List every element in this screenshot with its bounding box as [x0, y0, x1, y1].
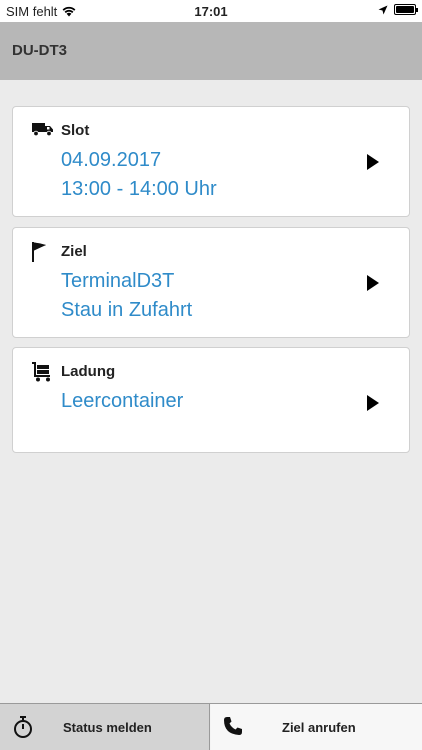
cargo-label: Ladung	[61, 363, 116, 380]
destination-label: Ziel	[61, 243, 87, 260]
destination-card[interactable]: Ziel TerminalD3T Stau in Zufahrt	[12, 227, 410, 338]
destination-name: TerminalD3T	[61, 270, 175, 292]
status-melden-button[interactable]: Status melden	[0, 704, 210, 750]
stopwatch-icon	[14, 716, 32, 738]
ziel-anrufen-label: Ziel anrufen	[282, 720, 356, 735]
status-bar: SIM fehlt 17:01	[0, 0, 422, 22]
bottom-bar: Status melden Ziel anrufen	[0, 703, 422, 750]
app-header: DU-DT3	[0, 22, 422, 80]
status-right	[378, 4, 418, 15]
phone-icon	[224, 717, 242, 735]
chevron-right-icon	[367, 154, 379, 170]
clock: 17:01	[194, 4, 228, 19]
slot-card[interactable]: Slot 04.09.2017 13:00 - 14:00 Uhr	[12, 106, 410, 217]
cart-icon	[32, 362, 50, 382]
cargo-card[interactable]: Ladung Leercontainer	[12, 347, 410, 453]
ziel-anrufen-button[interactable]: Ziel anrufen	[211, 704, 422, 750]
location-arrow-icon	[378, 5, 388, 14]
flag-icon	[32, 242, 46, 262]
battery-icon	[394, 4, 418, 15]
truck-icon	[32, 123, 53, 137]
destination-status: Stau in Zufahrt	[61, 299, 193, 321]
slot-label: Slot	[61, 122, 90, 139]
cargo-value: Leercontainer	[61, 390, 184, 412]
slot-date: 04.09.2017	[61, 149, 162, 171]
slot-time: 13:00 - 14:00 Uhr	[61, 178, 217, 200]
chevron-right-icon	[367, 275, 379, 291]
page-title: DU-DT3	[12, 42, 67, 59]
status-melden-label: Status melden	[63, 720, 152, 735]
chevron-right-icon	[367, 395, 379, 411]
